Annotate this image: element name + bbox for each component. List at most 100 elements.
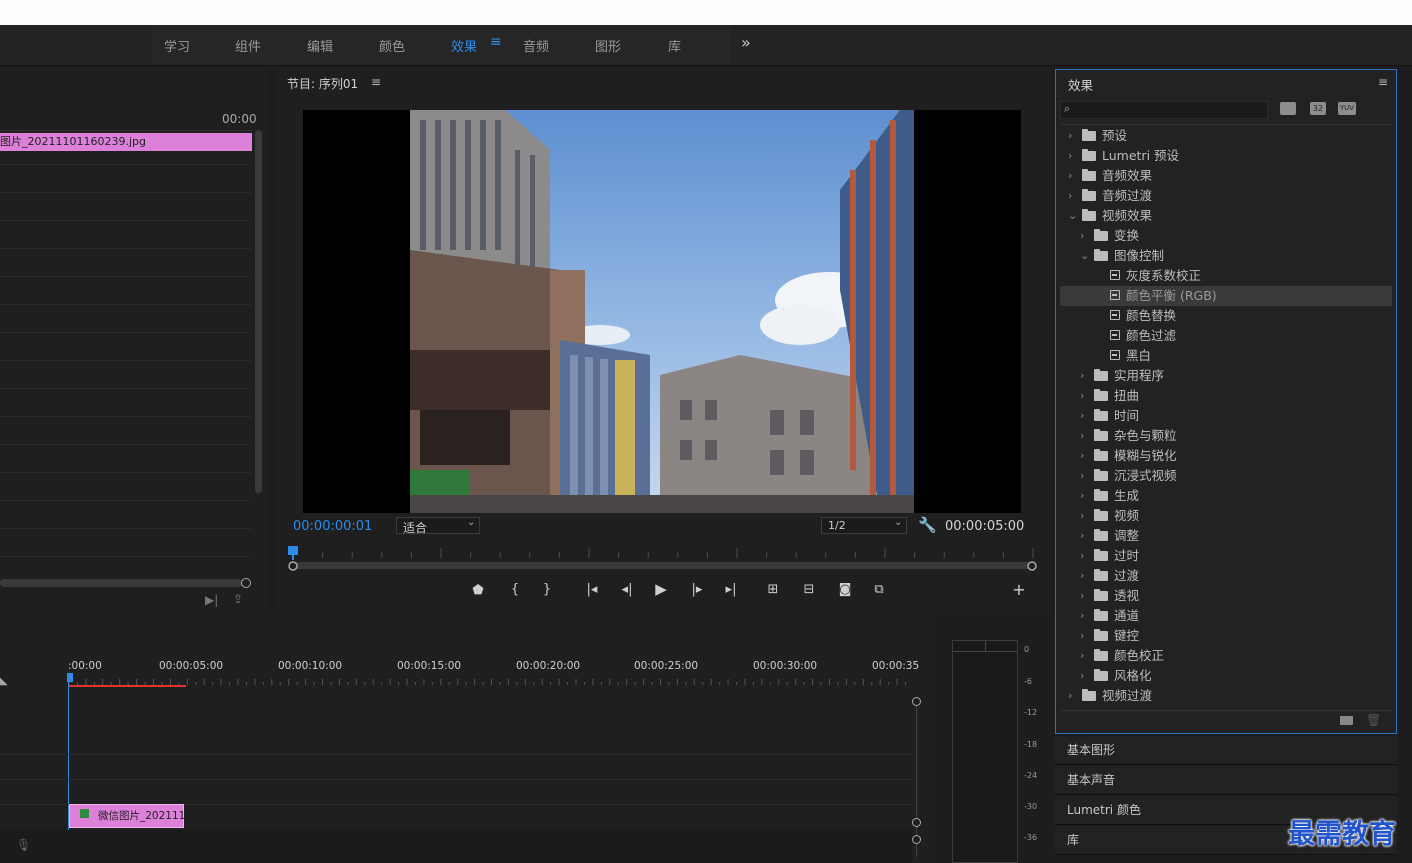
scroll-handle-bottom[interactable]	[912, 835, 921, 844]
effect-folder[interactable]: ⌄ 图像控制	[1060, 246, 1392, 266]
chevron-right-icon[interactable]: ›	[1080, 506, 1084, 526]
go-to-in-icon[interactable]: |◂	[583, 582, 601, 597]
program-menu-icon[interactable]: ≡	[371, 75, 381, 89]
effect-item[interactable]: 灰度系数校正	[1060, 266, 1392, 286]
program-scrubber[interactable]	[284, 544, 1040, 574]
effect-folder[interactable]: › 透视	[1060, 586, 1392, 606]
effect-folder[interactable]: › 视频	[1060, 506, 1392, 526]
timeline-clip[interactable]: 微信图片_202111	[69, 804, 185, 828]
workspace-tab-libraries[interactable]: 库	[668, 36, 681, 55]
effect-folder[interactable]: › 预设	[1060, 126, 1392, 146]
workspace-tab-assembly[interactable]: 组件	[235, 36, 261, 55]
fit-dropdown[interactable]: 适合 ⌄	[396, 517, 480, 535]
workspace-overflow-icon[interactable]: »	[741, 33, 751, 52]
mark-out-icon[interactable]: }	[538, 582, 556, 597]
program-title[interactable]: 节目: 序列01	[287, 75, 358, 92]
delete-icon[interactable]: 🗑	[1366, 713, 1381, 727]
zoom-handle-right[interactable]	[1027, 561, 1037, 571]
timeline-vertical-scrollbar[interactable]	[912, 697, 921, 857]
chevron-right-icon[interactable]: ›	[1080, 386, 1084, 406]
effect-folder[interactable]: › 键控	[1060, 626, 1392, 646]
source-clip[interactable]: 图片_20211101160239.jpg	[0, 133, 252, 151]
chevron-right-icon[interactable]: ›	[1080, 466, 1084, 486]
chevron-right-icon[interactable]: ›	[1080, 566, 1084, 586]
chevron-right-icon[interactable]: ›	[1068, 126, 1072, 146]
effect-folder[interactable]: › 时间	[1060, 406, 1392, 426]
workspace-tab-audio[interactable]: 音频	[523, 36, 549, 55]
panel-essential-graphics[interactable]: 基本图形	[1055, 736, 1397, 765]
scroll-handle-mid[interactable]	[912, 818, 921, 827]
chevron-down-icon[interactable]: ⌄	[1080, 246, 1089, 266]
scroll-handle-top[interactable]	[912, 697, 921, 706]
chevron-right-icon[interactable]: ›	[1080, 366, 1084, 386]
extract-icon[interactable]: ⊟	[800, 582, 818, 597]
effect-folder[interactable]: › 颜色校正	[1060, 646, 1392, 666]
yuv-effects-icon[interactable]: YUV	[1338, 102, 1356, 115]
step-back-icon[interactable]: ◂|	[618, 582, 636, 597]
effect-folder[interactable]: ⌄ 视频效果	[1060, 206, 1392, 226]
accelerated-effects-icon[interactable]	[1280, 102, 1296, 115]
effects-search-input[interactable]: ⌕	[1060, 101, 1268, 119]
chevron-right-icon[interactable]: ›	[1068, 166, 1072, 186]
step-forward-icon[interactable]: |▸	[688, 582, 706, 597]
new-bin-icon[interactable]	[1340, 716, 1353, 725]
timeline-tool-icon[interactable]: ◣	[0, 676, 8, 687]
lift-icon[interactable]: ⊞	[764, 582, 782, 597]
chevron-right-icon[interactable]: ›	[1068, 686, 1072, 706]
workspace-tab-editing[interactable]: 编辑	[307, 36, 333, 55]
effect-folder[interactable]: › 过渡	[1060, 566, 1392, 586]
effect-folder[interactable]: › 风格化	[1060, 666, 1392, 686]
effect-folder[interactable]: › 生成	[1060, 486, 1392, 506]
effect-item[interactable]: 颜色过滤	[1060, 326, 1392, 346]
add-marker-icon[interactable]: ⬟	[469, 583, 487, 598]
microphone-icon[interactable]: 🎙	[16, 838, 31, 852]
chevron-right-icon[interactable]: ›	[1080, 626, 1084, 646]
panel-menu-icon[interactable]: ≡	[1378, 75, 1388, 89]
effect-folder[interactable]: › 杂色与颗粒	[1060, 426, 1392, 446]
chevron-right-icon[interactable]: ›	[1080, 546, 1084, 566]
effect-folder[interactable]: › 调整	[1060, 526, 1392, 546]
chevron-right-icon[interactable]: ›	[1080, 446, 1084, 466]
effect-folder[interactable]: › 变换	[1060, 226, 1392, 246]
effect-folder[interactable]: › 实用程序	[1060, 366, 1392, 386]
effect-item[interactable]: 颜色替换	[1060, 306, 1392, 326]
resolution-dropdown[interactable]: 1/2 ⌄	[821, 517, 907, 534]
chevron-right-icon[interactable]: ›	[1068, 146, 1072, 166]
play-icon[interactable]: ▶	[652, 580, 670, 598]
chevron-right-icon[interactable]: ›	[1080, 486, 1084, 506]
compare-view-icon[interactable]: ⧉	[870, 582, 888, 597]
chevron-right-icon[interactable]: ›	[1068, 186, 1072, 206]
workspace-tab-graphics[interactable]: 图形	[595, 36, 621, 55]
workspace-tab-learn[interactable]: 学习	[164, 36, 190, 55]
chevron-right-icon[interactable]: ›	[1080, 606, 1084, 626]
32bit-effects-icon[interactable]: 32	[1310, 102, 1326, 115]
workspace-menu-icon[interactable]: ≡	[490, 34, 502, 50]
effect-folder[interactable]: › 沉浸式视频	[1060, 466, 1392, 486]
effect-folder[interactable]: › 音频效果	[1060, 166, 1392, 186]
wrench-icon[interactable]: 🔧	[918, 516, 937, 534]
effect-folder[interactable]: › 音频过渡	[1060, 186, 1392, 206]
zoom-scrollbar[interactable]	[292, 562, 1032, 569]
playhead[interactable]	[288, 546, 298, 555]
effect-folder[interactable]: › 过时	[1060, 546, 1392, 566]
effect-folder[interactable]: › 模糊与锐化	[1060, 446, 1392, 466]
current-timecode[interactable]: 00:00:00:01	[293, 519, 372, 534]
chevron-right-icon[interactable]: ›	[1080, 526, 1084, 546]
add-button-icon[interactable]: +	[1010, 580, 1028, 599]
workspace-tab-color[interactable]: 颜色	[379, 36, 405, 55]
chevron-right-icon[interactable]: ›	[1080, 426, 1084, 446]
chevron-right-icon[interactable]: ›	[1080, 226, 1084, 246]
chevron-down-icon[interactable]: ⌄	[1068, 206, 1077, 226]
effect-folder[interactable]: › 通道	[1060, 606, 1392, 626]
workspace-tab-effects[interactable]: 效果	[451, 36, 477, 55]
effect-folder[interactable]: › 扭曲	[1060, 386, 1392, 406]
chevron-right-icon[interactable]: ›	[1080, 666, 1084, 686]
chevron-right-icon[interactable]: ›	[1080, 586, 1084, 606]
effect-item[interactable]: 颜色平衡 (RGB)	[1060, 286, 1392, 306]
mark-in-icon[interactable]: {	[506, 582, 524, 597]
effect-folder[interactable]: › Lumetri 预设	[1060, 146, 1392, 166]
panel-essential-sound[interactable]: 基本声音	[1055, 766, 1397, 795]
chevron-right-icon[interactable]: ›	[1080, 646, 1084, 666]
effect-item[interactable]: 黑白	[1060, 346, 1392, 366]
camera-icon[interactable]: ◙	[836, 582, 854, 597]
